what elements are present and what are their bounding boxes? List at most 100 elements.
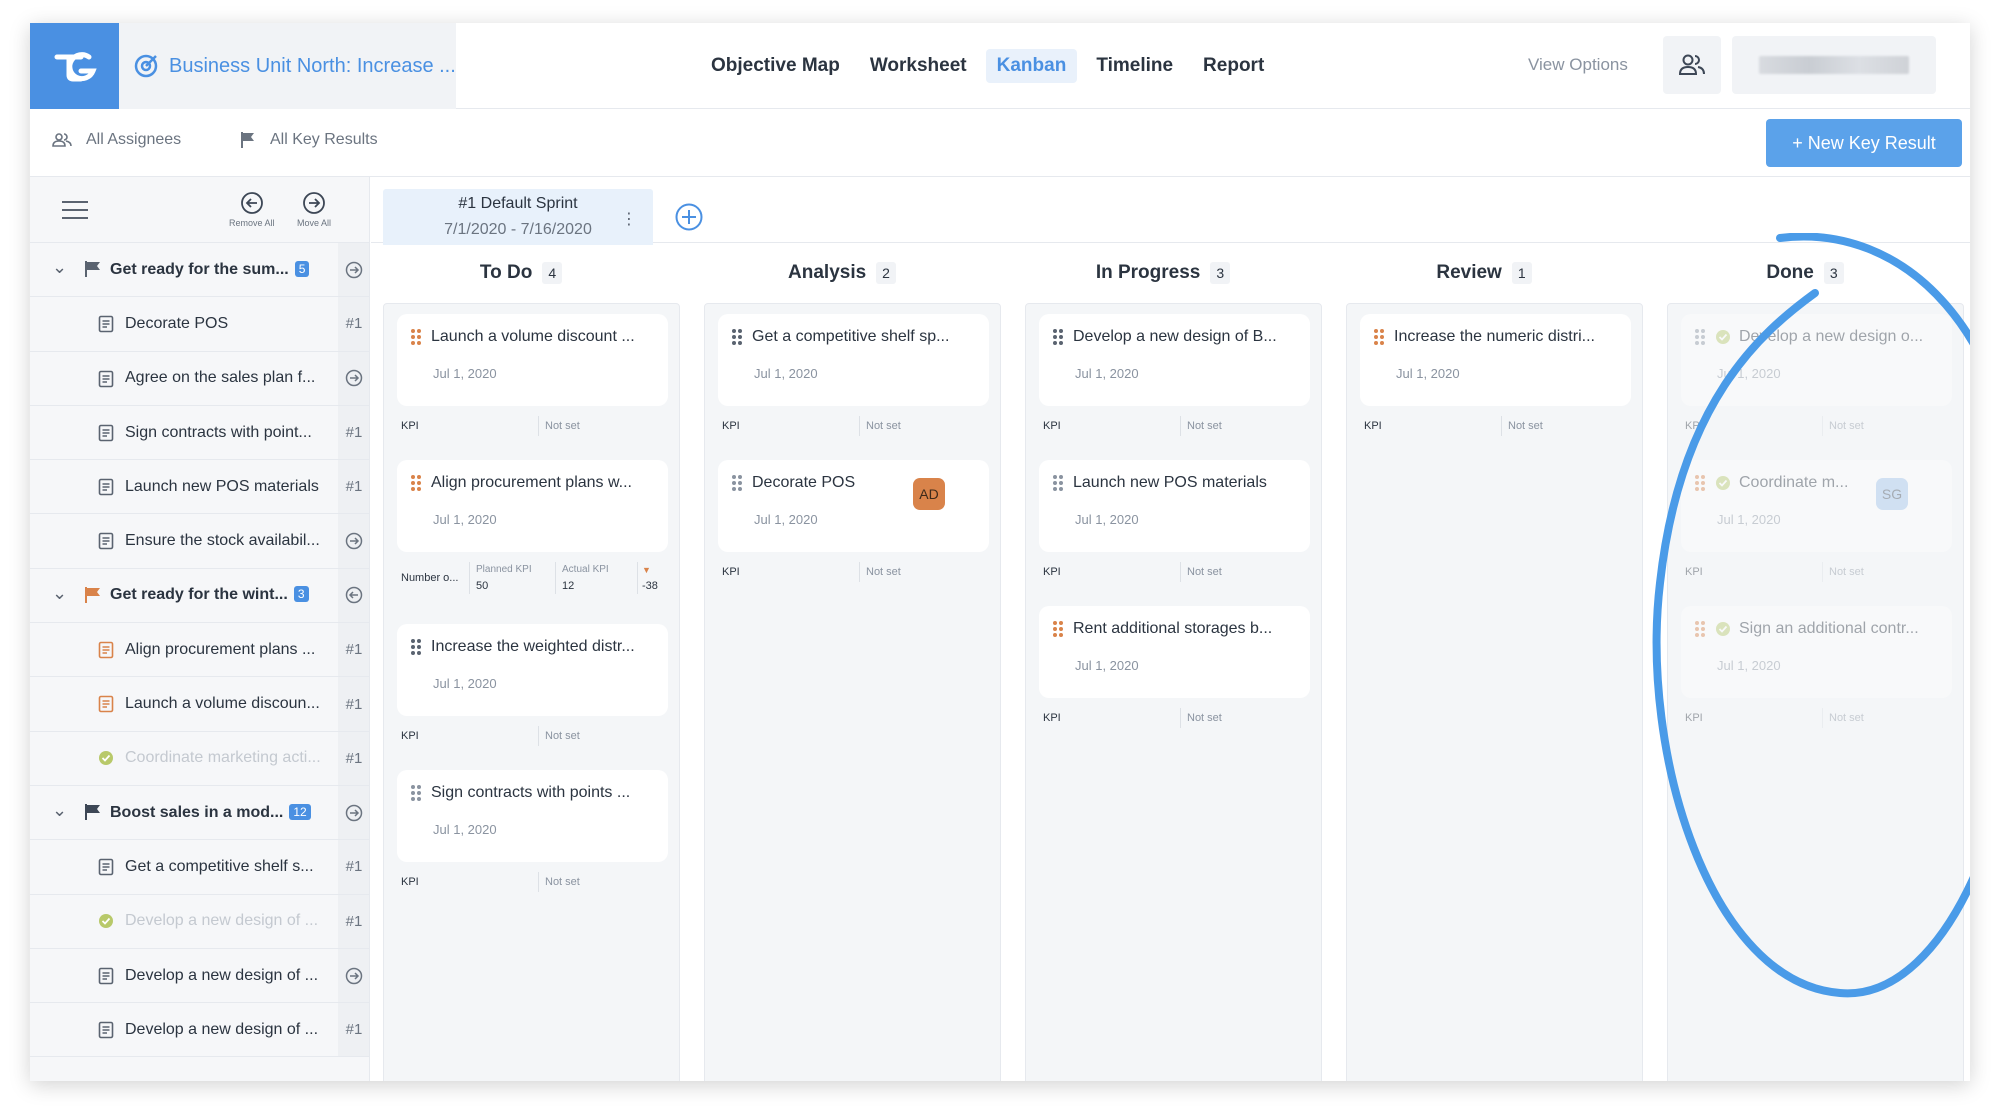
card-kpi: KPI Not set xyxy=(1681,552,1952,592)
key-result-row[interactable]: Develop a new design of ... #1 xyxy=(30,1003,369,1058)
tab-kanban[interactable]: Kanban xyxy=(985,49,1078,83)
key-result-icon-wrap xyxy=(98,967,114,990)
add-sprint-button[interactable] xyxy=(674,202,704,237)
key-result-card[interactable]: Get a competitive shelf sp... Jul 1, 2020… xyxy=(718,314,989,446)
key-result-card[interactable]: Sign an additional contr... Jul 1, 2020 KP… xyxy=(1681,606,1952,738)
actual-kpi: Actual KPI 12 xyxy=(555,562,637,594)
tab-objective-map[interactable]: Objective Map xyxy=(700,49,851,83)
key-result-row[interactable]: Ensure the stock availabil... xyxy=(30,514,369,569)
objective-title: Boost sales in a mod... 12 xyxy=(110,803,311,822)
key-result-row[interactable]: Align procurement plans ... #1 xyxy=(30,623,369,678)
assignee-filter[interactable]: All Assignees xyxy=(52,131,181,149)
people-icon xyxy=(52,133,72,147)
card-title-row: Increase the weighted distr... xyxy=(411,638,654,656)
chevron-down-icon[interactable]: ⌄ xyxy=(52,583,67,604)
drag-handle-icon[interactable] xyxy=(1695,621,1707,637)
key-result-card[interactable]: Coordinate m... Jul 1, 2020 SG KPI Not set xyxy=(1681,460,1952,592)
drag-handle-icon[interactable] xyxy=(411,475,423,491)
key-result-icon-wrap xyxy=(98,478,114,501)
chevron-down-icon[interactable]: ⌄ xyxy=(52,257,67,278)
key-result-filter[interactable]: All Key Results xyxy=(240,131,378,149)
key-result-card[interactable]: Develop a new design o... Jul 1, 2020 KPI N… xyxy=(1681,314,1952,446)
check-circle-icon xyxy=(99,750,113,765)
move-all-label: Move All xyxy=(297,218,332,228)
objective-row[interactable]: ⌄ Boost sales in a mod... 12 xyxy=(30,785,369,841)
move-button[interactable] xyxy=(338,785,369,840)
sidebar-toolbar: Remove All Move All xyxy=(30,177,369,243)
tab-report[interactable]: Report xyxy=(1192,49,1275,83)
key-result-row[interactable]: Agree on the sales plan f... xyxy=(30,351,369,406)
move-all-button[interactable]: Move All xyxy=(297,191,331,228)
card-title-row: Develop a new design of B... xyxy=(1053,328,1296,346)
chevron-down-icon[interactable]: ⌄ xyxy=(52,800,67,821)
drag-handle-icon[interactable] xyxy=(411,785,423,801)
move-button[interactable] xyxy=(338,948,369,1003)
drag-handle-icon[interactable] xyxy=(1374,329,1386,345)
key-result-row[interactable]: Decorate POS #1 xyxy=(30,297,369,352)
team-button[interactable] xyxy=(1663,36,1721,94)
card-date: Jul 1, 2020 xyxy=(754,512,818,527)
key-result-card[interactable]: Launch new POS materials Jul 1, 2020 KPI No… xyxy=(1039,460,1310,592)
card-title-row: Get a competitive shelf sp... xyxy=(732,328,975,346)
card-title: Decorate POS xyxy=(752,474,856,491)
key-result-label: Ensure the stock availabil... xyxy=(125,532,320,550)
project-selector[interactable]: Business Unit North: Increase ... xyxy=(119,23,456,109)
filter-bar: All Assignees All Key Results + New Key … xyxy=(30,109,1970,177)
key-result-row[interactable]: Coordinate marketing acti... #1 xyxy=(30,731,369,786)
new-key-result-button[interactable]: + New Key Result xyxy=(1766,119,1962,167)
key-result-card[interactable]: Increase the weighted distr... Jul 1, 202… xyxy=(397,624,668,756)
drag-handle-icon[interactable] xyxy=(1695,475,1707,491)
key-result-card[interactable]: Launch a volume discount ... Jul 1, 2020 K… xyxy=(397,314,668,446)
key-result-row[interactable]: Develop a new design of ... xyxy=(30,948,369,1004)
move-button[interactable] xyxy=(338,351,369,405)
key-result-icon-wrap xyxy=(98,1021,114,1044)
key-result-row[interactable]: Launch a volume discoun... #1 xyxy=(30,677,369,732)
move-button[interactable] xyxy=(338,243,369,297)
key-result-card[interactable]: Rent additional storages b... Jul 1, 2020… xyxy=(1039,606,1310,738)
card-date: Jul 1, 2020 xyxy=(433,822,497,837)
kanban-column: Review 1 Increase the numeric distri... Jul… xyxy=(1334,243,1643,1081)
user-menu[interactable] xyxy=(1732,36,1936,94)
drag-handle-icon[interactable] xyxy=(411,639,423,655)
key-result-card[interactable]: Sign contracts with points ... Jul 1, 202… xyxy=(397,770,668,902)
tab-timeline[interactable]: Timeline xyxy=(1085,49,1184,83)
sprint-tab[interactable]: #1 Default Sprint 7/1/2020 - 7/16/2020 ⋮ xyxy=(383,189,653,245)
key-result-row[interactable]: Get a competitive shelf s... #1 xyxy=(30,840,369,895)
key-result-row[interactable]: Develop a new design of ... #1 xyxy=(30,894,369,949)
arrow-right-circle-icon xyxy=(345,261,363,278)
key-result-card[interactable]: Decorate POS Jul 1, 2020 AD KPI Not set xyxy=(718,460,989,592)
key-result-filter-label: All Key Results xyxy=(270,131,378,148)
drag-handle-icon[interactable] xyxy=(1695,329,1707,345)
key-result-card[interactable]: Align procurement plans w... Jul 1, 2020 N… xyxy=(397,460,668,604)
key-result-card[interactable]: Increase the numeric distri... Jul 1, 202… xyxy=(1360,314,1631,446)
drag-handle-icon[interactable] xyxy=(732,475,744,491)
objective-flag xyxy=(84,803,102,826)
drag-handle-icon[interactable] xyxy=(1053,621,1065,637)
column-body: Get a competitive shelf sp... Jul 1, 2020… xyxy=(704,303,1001,1081)
menu-icon[interactable] xyxy=(62,201,88,219)
more-vertical-icon[interactable]: ⋮ xyxy=(621,209,637,229)
move-button[interactable] xyxy=(338,514,369,568)
key-result-card[interactable]: Develop a new design of B... Jul 1, 2020 K… xyxy=(1039,314,1310,446)
card-top: Sign contracts with points ... Jul 1, 202… xyxy=(397,770,668,862)
objective-row[interactable]: ⌄ Get ready for the wint... 3 xyxy=(30,568,369,624)
view-options-link[interactable]: View Options xyxy=(1528,55,1628,75)
key-result-row[interactable]: Sign contracts with point... #1 xyxy=(30,405,369,461)
key-result-row[interactable]: Launch new POS materials #1 xyxy=(30,460,369,515)
app-logo[interactable] xyxy=(30,23,119,109)
kpi-label: KPI xyxy=(1685,420,1703,432)
column-body: Increase the numeric distri... Jul 1, 202… xyxy=(1346,303,1643,1081)
move-button[interactable] xyxy=(338,568,369,623)
drag-handle-icon[interactable] xyxy=(1053,329,1065,345)
key-result-icon xyxy=(98,696,114,713)
card-date: Jul 1, 2020 xyxy=(1075,512,1139,527)
drag-handle-icon[interactable] xyxy=(1053,475,1065,491)
sidebar-list: ⌄ Get ready for the sum... 5 Decorate POS #… xyxy=(30,243,369,1058)
assignee-avatar[interactable]: SG xyxy=(1876,478,1908,510)
tab-worksheet[interactable]: Worksheet xyxy=(859,49,978,83)
objective-row[interactable]: ⌄ Get ready for the sum... 5 xyxy=(30,243,369,298)
remove-all-button[interactable]: Remove All xyxy=(229,191,275,228)
assignee-avatar[interactable]: AD xyxy=(913,478,945,510)
drag-handle-icon[interactable] xyxy=(732,329,744,345)
drag-handle-icon[interactable] xyxy=(411,329,423,345)
